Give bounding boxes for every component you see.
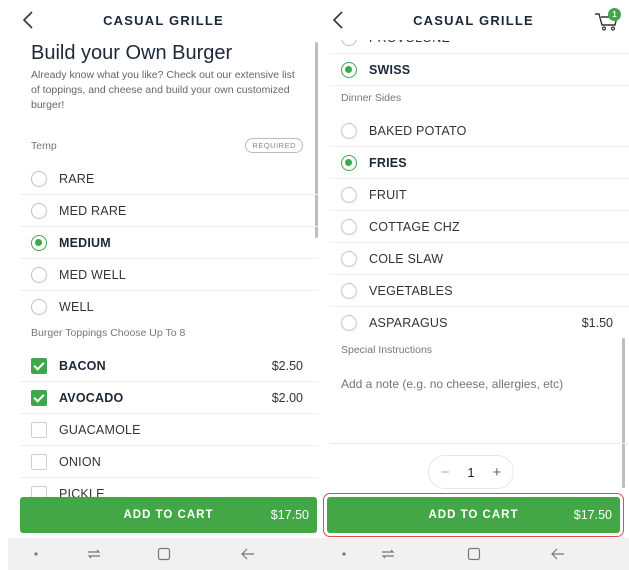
option-label: FRIES: [369, 155, 407, 170]
item-description: Already know what you like? Check out ou…: [31, 69, 295, 111]
radio-selected-icon[interactable]: [341, 154, 357, 171]
temp-option-selected[interactable]: MEDIUM: [20, 227, 319, 259]
nav-back-icon[interactable]: [240, 546, 256, 562]
side-option[interactable]: ASPARAGUS $1.50: [330, 307, 629, 339]
checkbox-icon[interactable]: [31, 453, 47, 470]
temp-option[interactable]: MED RARE: [20, 195, 319, 227]
radio-icon[interactable]: [31, 170, 47, 187]
left-screen: CASUAL GRILLE Build your Own Burger Alre…: [8, 0, 319, 570]
radio-selected-icon[interactable]: [31, 234, 47, 251]
checkbox-icon[interactable]: [31, 421, 47, 438]
quantity-stepper: − 1 +: [428, 455, 514, 489]
option-label: AVOCADO: [59, 390, 124, 405]
divider: [330, 443, 629, 444]
restaurant-title: CASUAL GRILLE: [413, 12, 534, 28]
option-label: BACON: [59, 358, 106, 373]
radio-icon[interactable]: [31, 266, 47, 283]
radio-icon[interactable]: [341, 282, 357, 299]
radio-icon[interactable]: [341, 250, 357, 267]
side-option[interactable]: BAKED POTATO: [330, 115, 629, 147]
android-nav-bar: [8, 538, 319, 570]
add-to-cart-amount: $17.50: [270, 508, 309, 522]
cart-count-badge: 1: [608, 8, 621, 21]
side-option[interactable]: FRUIT: [330, 179, 629, 211]
add-to-cart-amount: $17.50: [573, 508, 612, 522]
radio-icon[interactable]: [341, 315, 357, 331]
radio-icon[interactable]: [31, 202, 47, 219]
right-screen: PROVOLONE CASUAL GRILLE 1 SWISS Dinner S…: [318, 0, 629, 570]
topping-option[interactable]: GUACAMOLE: [20, 414, 319, 446]
app-header: CASUAL GRILLE: [8, 0, 319, 40]
temp-option[interactable]: RARE: [20, 163, 319, 195]
option-label: RARE: [59, 171, 95, 186]
option-price: $1.50: [581, 316, 613, 330]
page-title: Build your Own Burger: [31, 42, 233, 64]
radio-selected-icon[interactable]: [341, 61, 357, 78]
cart-button[interactable]: 1: [593, 8, 621, 32]
radio-icon[interactable]: [341, 186, 357, 203]
option-label: SWISS: [369, 62, 411, 77]
option-label: MED WELL: [59, 267, 126, 282]
side-option[interactable]: VEGETABLES: [330, 275, 629, 307]
option-label: ASPARAGUS: [369, 316, 448, 330]
required-badge: REQUIRED: [245, 138, 303, 153]
option-price: $2.50: [271, 358, 303, 373]
topping-option-checked[interactable]: AVOCADO $2.00: [20, 382, 319, 414]
option-label: COLE SLAW: [369, 251, 444, 266]
option-label: VEGETABLES: [369, 283, 453, 298]
option-label: MED RARE: [59, 203, 127, 218]
back-arrow-icon[interactable]: [20, 9, 38, 31]
option-label: FRUIT: [369, 187, 407, 202]
increase-quantity-button[interactable]: +: [487, 464, 507, 481]
cheese-option-selected[interactable]: SWISS: [330, 54, 629, 86]
dinner-sides-label: Dinner Sides: [341, 92, 402, 104]
radio-icon[interactable]: [31, 299, 47, 315]
topping-option-checked[interactable]: BACON $2.50: [20, 350, 319, 382]
topping-option[interactable]: ONION: [20, 446, 319, 478]
option-label: WELL: [59, 300, 94, 314]
radio-icon[interactable]: [341, 122, 357, 139]
scrollbar[interactable]: [622, 338, 625, 488]
app-header: CASUAL GRILLE 1: [318, 0, 629, 40]
side-option[interactable]: COLE SLAW: [330, 243, 629, 275]
special-instructions-input[interactable]: [341, 377, 611, 391]
quantity-value: 1: [467, 464, 475, 480]
decrease-quantity-button[interactable]: −: [435, 464, 455, 481]
nav-recent-icon[interactable]: [86, 546, 102, 562]
option-label: GUACAMOLE: [59, 422, 141, 437]
add-to-cart-label: ADD TO CART: [123, 509, 214, 521]
temp-label: Temp: [31, 140, 57, 152]
nav-back-icon[interactable]: [550, 546, 566, 562]
option-label: BAKED POTATO: [369, 123, 467, 138]
temp-option[interactable]: MED WELL: [20, 259, 319, 291]
option-price: $2.00: [271, 390, 303, 405]
radio-icon[interactable]: [341, 218, 357, 235]
checkbox-checked-icon[interactable]: [31, 389, 47, 406]
add-to-cart-label: ADD TO CART: [428, 509, 519, 521]
nav-home-icon[interactable]: [156, 546, 172, 562]
add-to-cart-button[interactable]: ADD TO CART $17.50: [323, 493, 624, 537]
option-label: MEDIUM: [59, 235, 111, 250]
android-nav-bar: [318, 538, 629, 570]
option-label: ONION: [59, 454, 101, 469]
temp-option[interactable]: WELL: [20, 291, 319, 323]
special-instructions-label: Special Instructions: [341, 344, 433, 356]
toppings-label: Burger Toppings Choose Up To 8: [31, 327, 186, 339]
nav-dot-icon[interactable]: [28, 546, 44, 562]
nav-recent-icon[interactable]: [380, 546, 396, 562]
side-option[interactable]: COTTAGE CHZ: [330, 211, 629, 243]
nav-home-icon[interactable]: [466, 546, 482, 562]
back-arrow-icon[interactable]: [330, 9, 348, 31]
restaurant-title: CASUAL GRILLE: [103, 12, 224, 28]
option-label: COTTAGE CHZ: [369, 219, 460, 234]
checkbox-checked-icon[interactable]: [31, 357, 47, 374]
side-option-selected[interactable]: FRIES: [330, 147, 629, 179]
nav-dot-icon[interactable]: [336, 546, 352, 562]
add-to-cart-button[interactable]: ADD TO CART $17.50: [20, 497, 317, 533]
